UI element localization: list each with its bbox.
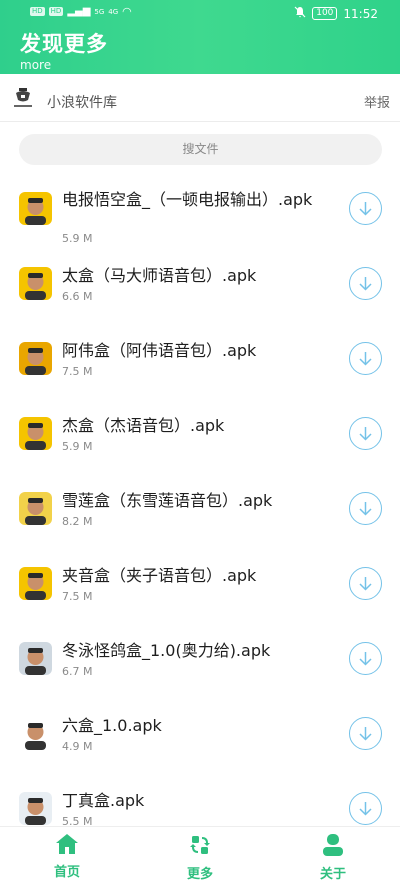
file-name: 太盒（马大师语音包）.apk (62, 266, 257, 285)
download-button[interactable] (349, 417, 382, 450)
bottom-navigation: 首页 更多 关于 (0, 826, 400, 888)
file-name: 丁真盒.apk (62, 791, 145, 810)
refresh-swap-icon (190, 836, 210, 854)
store-name[interactable]: 小浪软件库 (47, 92, 117, 112)
nav-home[interactable]: 首页 (27, 833, 107, 880)
store-info-row: 小浪软件库 举报 (0, 82, 400, 122)
file-avatar (19, 717, 52, 750)
download-button[interactable] (349, 642, 382, 675)
download-arrow-icon (359, 352, 372, 366)
battery-indicator: 100 (312, 7, 338, 20)
download-button[interactable] (349, 567, 382, 600)
file-list-item[interactable]: 杰盒（杰语音包）.apk 5.9 M (0, 401, 400, 476)
file-avatar (19, 642, 52, 675)
download-arrow-icon (359, 652, 372, 666)
file-list-item[interactable]: 电报悟空盒_（一顿电报输出）.apk 5.9 M (0, 176, 400, 251)
download-button[interactable] (349, 717, 382, 750)
download-arrow-icon (359, 577, 372, 591)
file-list-item[interactable]: 雪莲盒（东雪莲语音包）.apk 8.2 M (0, 476, 400, 551)
nav-more[interactable]: 更多 (160, 833, 240, 882)
file-avatar (19, 342, 52, 375)
file-avatar (19, 492, 52, 525)
file-list-item[interactable]: 冬泳怪鸽盒_1.0(奥力给).apk 6.7 M (0, 626, 400, 701)
app-header: HD HD ▂▄▆ 5G 4G ◠ 100 11:52 发现更多 more (0, 0, 400, 74)
hd-badge-2: HD (48, 7, 64, 16)
file-avatar (19, 417, 52, 450)
download-arrow-icon (359, 802, 372, 816)
file-size: 4.9 M (62, 740, 93, 753)
network-4g: 4G (108, 7, 119, 16)
home-icon (56, 834, 78, 854)
file-name: 阿伟盒（阿伟语音包）.apk (62, 341, 257, 360)
download-button[interactable] (349, 342, 382, 375)
page-subtitle: more (20, 58, 52, 72)
file-name: 夹音盒（夹子语音包）.apk (62, 566, 257, 585)
file-size: 7.5 M (62, 590, 93, 603)
file-size: 7.5 M (62, 365, 93, 378)
wifi-icon: ◠ (122, 5, 132, 18)
file-avatar (19, 192, 52, 225)
download-button[interactable] (349, 192, 382, 225)
nav-about[interactable]: 关于 (293, 833, 373, 882)
nav-more-label: 更多 (186, 867, 213, 882)
file-size: 5.9 M (62, 232, 93, 245)
download-button[interactable] (349, 267, 382, 300)
download-arrow-icon (359, 502, 372, 516)
file-name: 六盒_1.0.apk (62, 716, 162, 735)
file-name: 电报悟空盒_（一顿电报输出）.apk (62, 190, 313, 209)
file-avatar (19, 267, 52, 300)
file-list-item[interactable]: 六盒_1.0.apk 4.9 M (0, 701, 400, 776)
file-size: 6.6 M (62, 290, 93, 303)
store-logo-icon (12, 86, 34, 110)
file-list-item[interactable]: 太盒（马大师语音包）.apk 6.6 M (0, 251, 400, 326)
report-button[interactable]: 举报 (364, 92, 390, 111)
download-arrow-icon (359, 202, 372, 216)
page-title: 发现更多 (20, 32, 108, 56)
file-list-item[interactable]: 阿伟盒（阿伟语音包）.apk 7.5 M (0, 326, 400, 401)
mute-bell-icon (294, 6, 306, 21)
network-5g: 5G (94, 7, 105, 16)
file-avatar (19, 567, 52, 600)
clock: 11:52 (343, 6, 378, 21)
download-arrow-icon (359, 727, 372, 741)
download-button[interactable] (349, 792, 382, 825)
file-size: 8.2 M (62, 515, 93, 528)
hd-badge-1: HD (30, 7, 45, 16)
nav-home-label: 首页 (53, 865, 80, 880)
file-list-item[interactable]: 夹音盒（夹子语音包）.apk 7.5 M (0, 551, 400, 626)
download-arrow-icon (359, 277, 372, 291)
file-name: 杰盒（杰语音包）.apk (62, 416, 225, 435)
file-avatar (19, 792, 52, 825)
user-icon (323, 834, 343, 856)
status-bar: HD HD ▂▄▆ 5G 4G ◠ 100 11:52 (0, 0, 400, 28)
nav-about-label: 关于 (319, 867, 346, 882)
file-name: 冬泳怪鸽盒_1.0(奥力给).apk (62, 641, 271, 660)
signal-icon: ▂▄▆ (67, 6, 91, 17)
search-input[interactable]: 搜文件 (19, 134, 382, 165)
file-size: 6.7 M (62, 665, 93, 678)
download-button[interactable] (349, 492, 382, 525)
file-name: 雪莲盒（东雪莲语音包）.apk (62, 491, 273, 510)
file-size: 5.9 M (62, 440, 93, 453)
download-arrow-icon (359, 427, 372, 441)
